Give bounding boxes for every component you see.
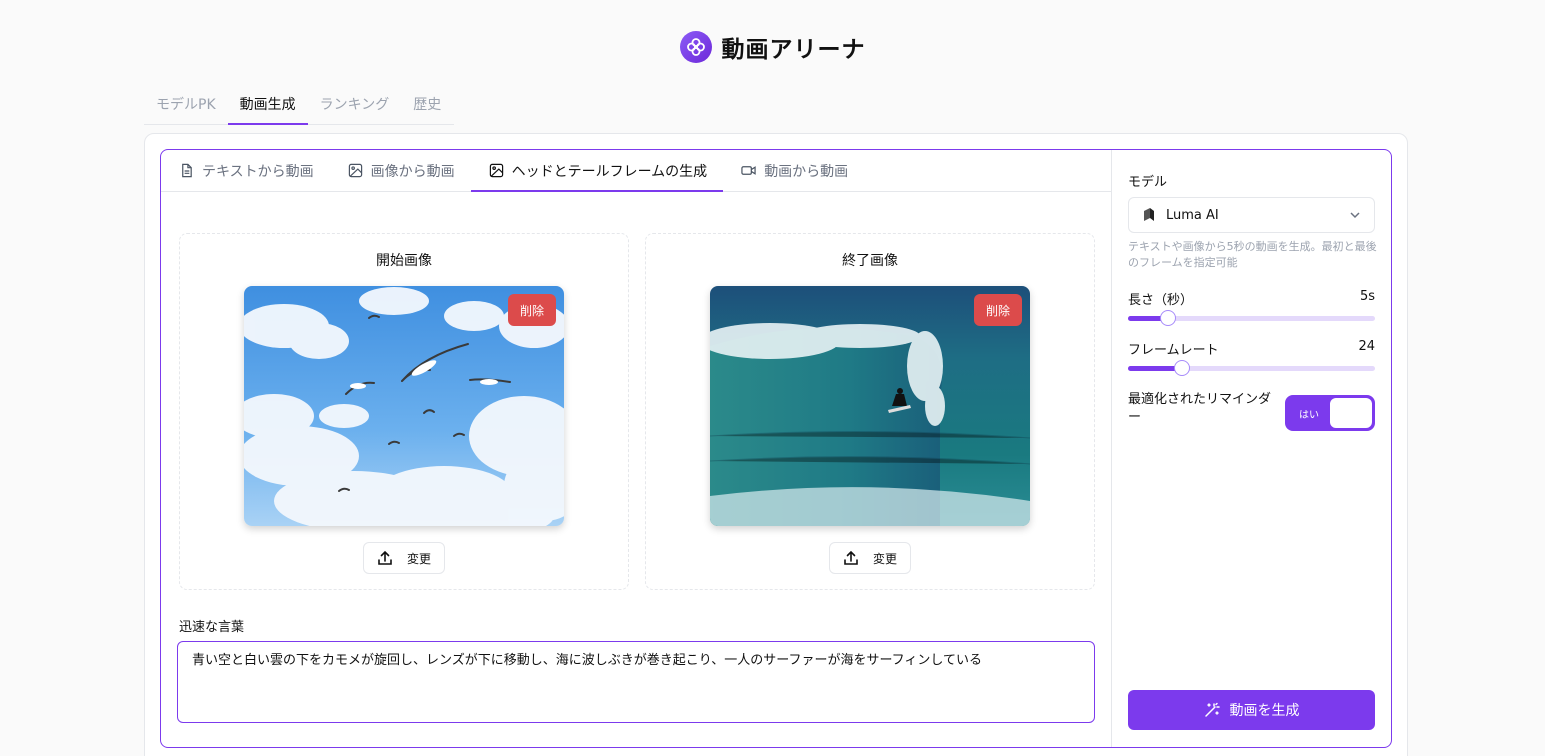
fps-slider[interactable] [1128, 360, 1375, 376]
tab-label: 動画から動画 [764, 163, 849, 180]
reminder-toggle[interactable]: はい [1285, 395, 1375, 431]
upload-icon [844, 550, 858, 565]
generate-label: 動画を生成 [1229, 703, 1300, 719]
generation-card: テキストから動画 画像から動画 ヘッドとテールフレームの生成 動画から動画 開始… [160, 149, 1392, 748]
upload-icon [378, 550, 392, 565]
tab-video-to-video[interactable]: 動画から動画 [723, 150, 864, 191]
generate-video-button[interactable]: 動画を生成 [1128, 690, 1375, 730]
start-image: 削除 [244, 286, 564, 526]
start-image-title: 開始画像 [376, 253, 432, 269]
fps-value: 24 [1358, 339, 1375, 354]
duration-value: 5s [1359, 289, 1375, 304]
tab-label: ヘッドとテールフレームの生成 [511, 163, 708, 180]
delete-start-image-button[interactable]: 削除 [508, 294, 556, 326]
prompt-input[interactable] [177, 641, 1095, 723]
delete-end-image-button[interactable]: 削除 [974, 294, 1022, 326]
app-header: 動画アリーナ [0, 30, 1545, 64]
fps-label: フレームレート [1128, 343, 1219, 358]
end-image-panel: 終了画像 削除 変更 [645, 233, 1095, 590]
main-tabs: モデルPK 動画生成 ランキング 歴史 [144, 88, 454, 125]
tab-head-tail-frame[interactable]: ヘッドとテールフレームの生成 [470, 150, 724, 192]
settings-panel: モデル Luma AI テキストや画像から5秒の動画を生成。最初と最後のフレーム… [1112, 150, 1391, 747]
image-icon [348, 163, 362, 178]
model-description: テキストや画像から5秒の動画を生成。最初と最後のフレームを指定可能 [1128, 240, 1377, 269]
duration-slider-thumb[interactable] [1159, 310, 1176, 326]
luma-logo-icon [1144, 208, 1154, 221]
toggle-on-text: はい [1299, 410, 1319, 421]
tab-image-to-video[interactable]: 画像から動画 [330, 150, 471, 191]
tab-text-to-video[interactable]: テキストから動画 [161, 150, 330, 191]
tab-label: テキストから動画 [202, 163, 314, 180]
tab-video-generation[interactable]: 動画生成 [227, 88, 308, 125]
app-title: 動画アリーナ [721, 37, 866, 63]
model-select[interactable]: Luma AI [1128, 197, 1375, 233]
end-image: 削除 [710, 286, 1030, 526]
magic-wand-icon [1204, 702, 1220, 717]
tab-label: 画像から動画 [370, 163, 455, 180]
video-icon [741, 166, 756, 175]
chevron-down-icon [1350, 212, 1360, 219]
prompt-label: 迅速な言葉 [179, 620, 245, 635]
change-start-image-button[interactable]: 変更 [363, 542, 445, 574]
tab-model-pk[interactable]: モデルPK [144, 88, 228, 124]
change-label: 変更 [872, 551, 897, 566]
duration-slider[interactable] [1128, 310, 1375, 326]
document-icon [182, 163, 192, 178]
duration-label: 長さ（秒） [1128, 293, 1194, 308]
tab-history[interactable]: 歴史 [401, 88, 453, 124]
start-image-panel: 開始画像 削除 変更 [179, 233, 629, 590]
flower-logo-icon [679, 31, 712, 63]
image-icon [489, 163, 503, 178]
mode-tabs: テキストから動画 画像から動画 ヘッドとテールフレームの生成 動画から動画 [161, 150, 1111, 192]
reminder-label: 最適化されたリマインダー [1128, 392, 1272, 426]
fps-slider-thumb[interactable] [1174, 360, 1191, 376]
model-value: Luma AI [1166, 207, 1219, 223]
change-label: 変更 [406, 551, 431, 566]
change-end-image-button[interactable]: 変更 [829, 542, 911, 574]
model-label: モデル [1128, 175, 1168, 190]
tab-ranking[interactable]: ランキング [308, 88, 402, 124]
toggle-knob [1330, 398, 1372, 428]
end-image-title: 終了画像 [842, 253, 898, 269]
